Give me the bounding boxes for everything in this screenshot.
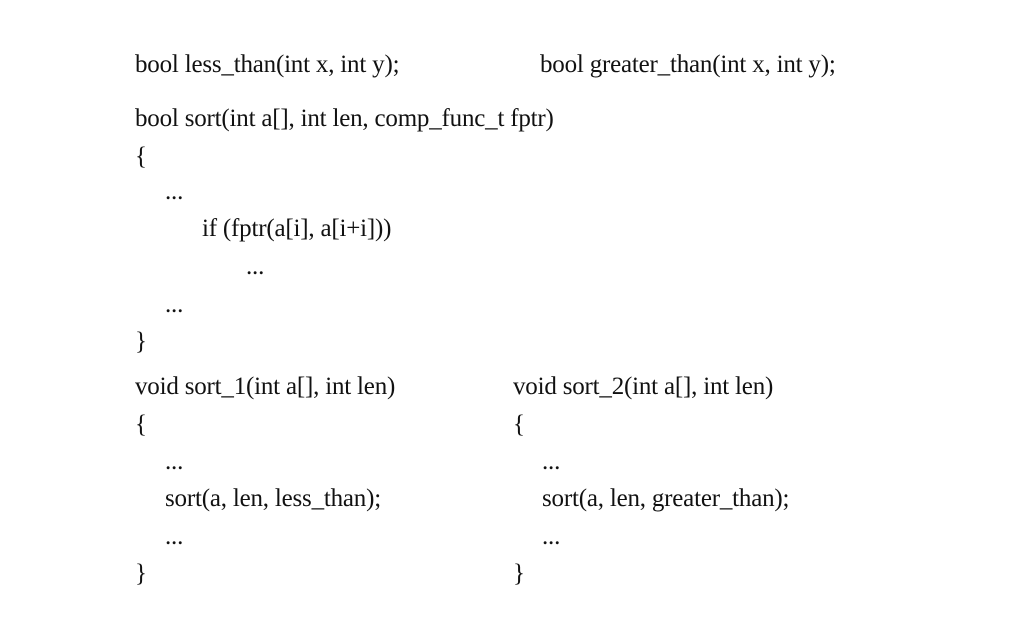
- sort1-open-brace: {: [135, 411, 147, 438]
- greater-than-declaration: bool greater_than(int x, int y);: [540, 51, 836, 78]
- sort-open-brace: {: [135, 143, 147, 170]
- sort-function-signature: bool sort(int a[], int len, comp_func_t …: [135, 105, 554, 132]
- sort1-call: sort(a, len, less_than);: [165, 485, 381, 512]
- sort2-ellipsis-top: ...: [542, 448, 561, 475]
- sort-close-brace: }: [135, 328, 147, 355]
- sort-ellipsis-bottom: ...: [165, 291, 184, 318]
- sort1-close-brace: }: [135, 560, 147, 587]
- sort2-close-brace: }: [513, 560, 525, 587]
- sort-if-statement: if (fptr(a[i], a[i+i])): [202, 215, 392, 242]
- sort-ellipsis-top: ...: [165, 178, 184, 205]
- sort1-signature: void sort_1(int a[], int len): [135, 373, 396, 400]
- sort2-open-brace: {: [513, 411, 525, 438]
- sort1-ellipsis-bottom: ...: [165, 523, 184, 550]
- sort-ellipsis-inner: ...: [246, 253, 265, 280]
- sort2-call: sort(a, len, greater_than);: [542, 485, 790, 512]
- sort1-ellipsis-top: ...: [165, 448, 184, 475]
- sort2-signature: void sort_2(int a[], int len): [513, 373, 774, 400]
- sort2-ellipsis-bottom: ...: [542, 523, 561, 550]
- less-than-declaration: bool less_than(int x, int y);: [135, 51, 400, 78]
